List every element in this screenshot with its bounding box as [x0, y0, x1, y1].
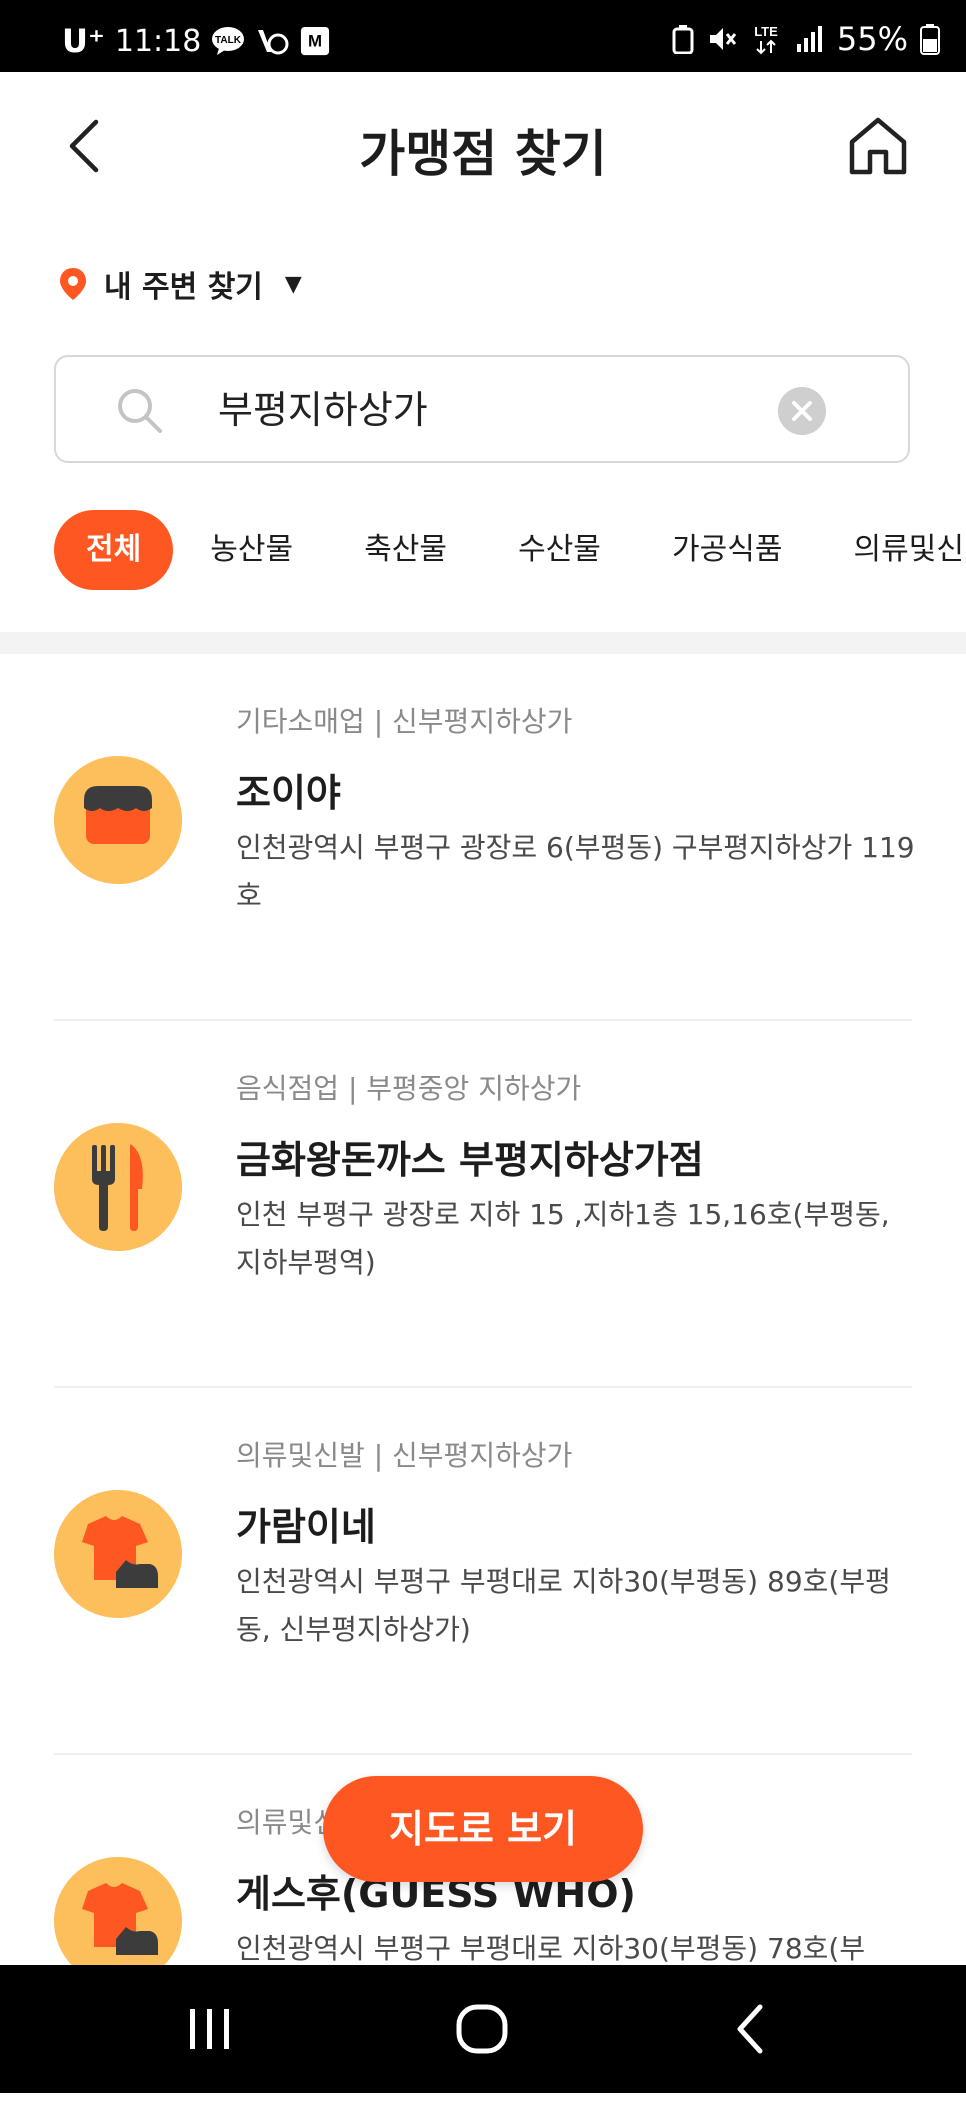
home-circle-icon[interactable] [453, 2001, 513, 2057]
tab-livestock[interactable]: 축산물 [346, 510, 465, 590]
page-title: 가맹점 찾기 [359, 125, 607, 183]
signal-icon [796, 26, 822, 52]
talk-icon: TALK [212, 27, 245, 55]
search-input[interactable] [216, 383, 780, 429]
battery-icon [920, 24, 940, 55]
tab-clothing-shoes[interactable]: 의류및신발 [836, 510, 966, 590]
tab-processed-food[interactable]: 가공식품 [654, 510, 800, 590]
caret-down-icon: ▼ [284, 271, 302, 297]
list-item[interactable]: 음식점업 | 부평중앙 지하상가 금화왕돈까스 부평지하상가점 인천 부평구 광… [54, 1021, 912, 1388]
location-label: 내 주변 찾기 [104, 270, 263, 305]
recycle-icon [672, 25, 694, 54]
store-address: 인천광역시 부평구 부평대로 지하30(부평동) 89호(부평동, 신부평지하상… [236, 1565, 891, 1646]
talk-badge-text: TALK [215, 35, 242, 46]
store-category: 음식점업 | 부평중앙 지하상가 [236, 1072, 582, 1105]
home-button[interactable] [846, 114, 910, 178]
store-name: 가람이네 [236, 1505, 376, 1549]
clear-search-button[interactable] [778, 387, 826, 435]
store-address: 인천 부평구 광장로 지하 15 ,지하1층 15,16호(부평동, 지하부평역… [236, 1198, 890, 1279]
mstock-icon: M [301, 26, 330, 56]
list-item[interactable]: 기타소매업 | 신부평지하상가 조이야 인천광역시 부평구 광장로 6(부평동)… [54, 654, 915, 1021]
search-box [54, 355, 910, 463]
status-right: LTE 55% [671, 20, 940, 58]
system-nav-bar [0, 1965, 966, 2093]
view-map-button[interactable]: 지도로 보기 [323, 1776, 643, 1882]
mstock-badge-text: M [308, 32, 322, 51]
status-time: 11:18 [114, 23, 202, 59]
store-category: 기타소매업 | 신부평지하상가 [236, 705, 573, 738]
app-header: 가맹점 찾기 [0, 72, 966, 222]
store-name: 조이야 [236, 771, 341, 815]
back-icon[interactable] [722, 2001, 782, 2057]
store-address: 인천광역시 부평구 광장로 6(부평동) 구부평지하상가 119호 [236, 831, 915, 912]
search-icon [118, 389, 162, 433]
store-name: 금화왕돈까스 부평지하상가점 [236, 1138, 704, 1182]
status-left: U⁺ 11:18 TALK M [62, 22, 331, 60]
recent-apps-icon[interactable] [180, 2001, 240, 2057]
location-pin-icon [60, 268, 86, 300]
section-divider [0, 632, 966, 654]
tab-agricultural[interactable]: 농산물 [192, 510, 311, 590]
carrier-label: U⁺ [62, 22, 105, 60]
location-selector[interactable]: 내 주변 찾기 ▼ [58, 262, 302, 306]
lte-icon: LTE [754, 24, 778, 55]
battery-percent: 55% [836, 20, 908, 58]
status-bar: U⁺ 11:18 TALK M LTE 55% [0, 0, 966, 72]
shop-icon [54, 756, 182, 884]
tab-seafood[interactable]: 수산물 [500, 510, 619, 590]
fork-knife-icon [54, 1123, 182, 1251]
list-item[interactable]: 의류및신발 | 신부평지하상가 가람이네 인천광역시 부평구 부평대로 지하30… [54, 1388, 912, 1755]
mute-icon [709, 28, 737, 50]
category-tabs: 전체 농산물 축산물 수산물 가공식품 의류및신발 [54, 510, 966, 590]
network-label: LTE [754, 24, 778, 39]
vaccine-icon [258, 30, 289, 55]
clothing-shoe-icon [54, 1490, 182, 1618]
tab-all[interactable]: 전체 [54, 510, 174, 590]
store-category: 의류및신발 | 신부평지하상가 [236, 1439, 573, 1472]
